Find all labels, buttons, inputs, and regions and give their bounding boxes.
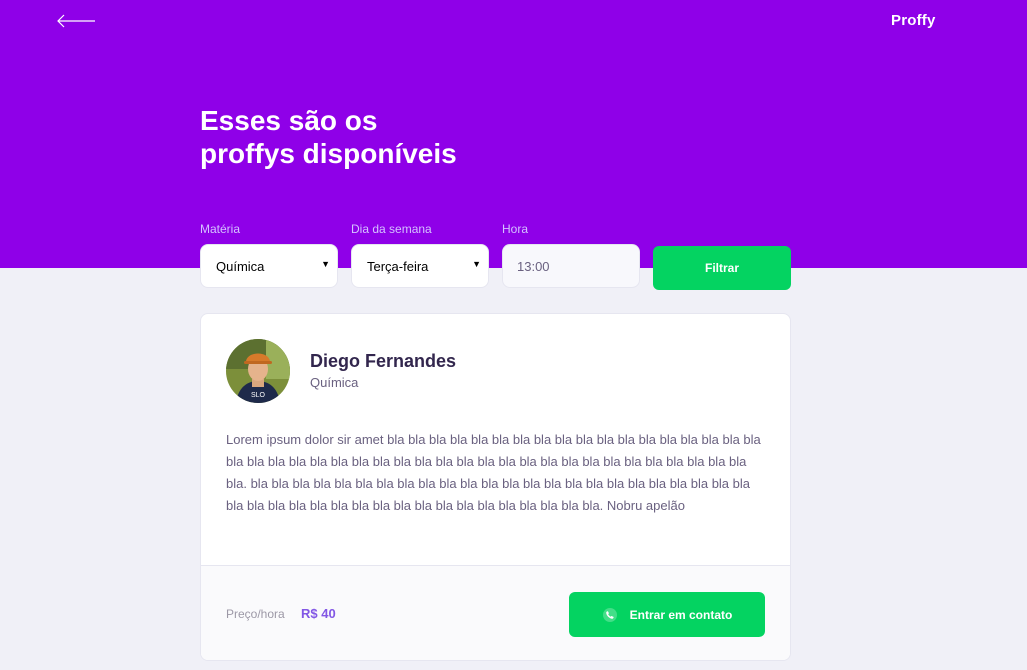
page-header: Proffy Esses são os proffys disponíveis … <box>0 0 1027 288</box>
whatsapp-icon <box>602 607 618 623</box>
teacher-name: Diego Fernandes <box>310 351 457 371</box>
week-day-label: Dia da semana <box>351 222 432 236</box>
week-day-select-value: Terça-feira <box>367 259 429 274</box>
teacher-card: SLO Diego Fernandes Química Lorem ipsum … <box>200 313 791 661</box>
teacher-subject: Química <box>310 375 359 390</box>
price-value: R$ 40 <box>301 606 336 621</box>
week-day-select[interactable]: Terça-feira ▼ <box>351 244 489 288</box>
page-title: Esses são os proffys disponíveis <box>200 104 600 170</box>
dropdown-arrow-icon: ▼ <box>472 259 481 269</box>
teacher-bio: Lorem ipsum dolor sir amet bla bla bla b… <box>226 432 761 513</box>
time-label: Hora <box>502 222 529 236</box>
back-arrow-icon[interactable] <box>56 13 96 29</box>
page-title-line-1: Esses são os <box>200 105 378 136</box>
contact-button-label: Entrar em contato <box>629 607 733 622</box>
filter-button[interactable]: Filtrar <box>653 246 791 290</box>
contact-button[interactable]: Entrar em contato <box>569 592 765 637</box>
dropdown-arrow-icon: ▼ <box>321 259 330 269</box>
subject-select[interactable]: Química ▼ <box>200 244 338 288</box>
avatar: SLO <box>226 339 290 403</box>
price-label: Preço/hora <box>226 607 285 621</box>
subject-label: Matéria <box>200 222 241 236</box>
logo[interactable]: Proffy <box>891 12 936 29</box>
card-footer: Preço/hora R$ 40 Entrar em contato <box>201 565 790 660</box>
svg-text:SLO: SLO <box>251 392 266 399</box>
time-input[interactable]: 13:00 <box>502 244 640 288</box>
time-input-value: 13:00 <box>517 259 550 274</box>
page-title-line-2: proffys disponíveis <box>200 138 457 169</box>
subject-select-value: Química <box>216 259 265 274</box>
